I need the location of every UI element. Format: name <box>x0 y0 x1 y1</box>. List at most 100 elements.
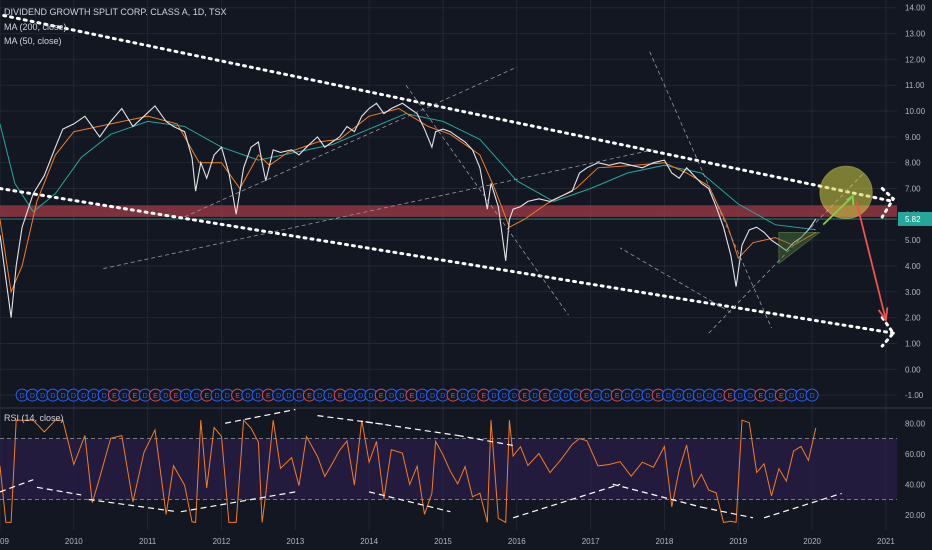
ma200-legend[interactable]: MA (200, close) <box>4 22 67 32</box>
marker-label-72: E <box>758 393 763 400</box>
rsi-tick-40.00: 40.00 <box>905 480 926 489</box>
marker-label-47: D <box>502 393 507 400</box>
guide-line-1 <box>184 66 517 218</box>
marker-label-73: D <box>769 393 774 400</box>
marker-label-74: E <box>779 393 784 400</box>
marker-label-0: D <box>20 393 25 400</box>
marker-label-62: E <box>656 393 661 400</box>
marker-label-32: D <box>348 393 353 400</box>
marker-label-34: D <box>368 393 373 400</box>
y-tick-10.00: 10.00 <box>905 107 926 116</box>
marker-label-30: D <box>327 393 332 400</box>
marker-label-67: D <box>707 393 712 400</box>
rsi-band <box>0 438 897 500</box>
rsi-trendline-11 <box>701 506 754 519</box>
x-tick-2015: 2015 <box>434 537 452 546</box>
marker-label-46: D <box>492 393 497 400</box>
marker-label-42: E <box>451 393 456 400</box>
marker-label-9: E <box>112 393 117 400</box>
marker-label-3: D <box>50 393 55 400</box>
marker-label-21: E <box>235 393 240 400</box>
price-badge-label: 5.82 <box>905 215 921 224</box>
x-tick-2016: 2016 <box>508 537 526 546</box>
marker-label-22: D <box>245 393 250 400</box>
x-tick-2011: 2011 <box>139 537 157 546</box>
marker-label-70: D <box>738 393 743 400</box>
marker-label-57: D <box>604 393 609 400</box>
marker-label-29: D <box>317 393 322 400</box>
upper-channel-line <box>2 13 895 203</box>
marker-label-44: D <box>471 393 476 400</box>
x-tick-2017: 2017 <box>582 537 600 546</box>
rsi-legend[interactable]: RSI (14, close) <box>4 413 64 423</box>
marker-label-4: D <box>61 393 66 400</box>
marker-label-60: D <box>635 393 640 400</box>
marker-label-64: D <box>676 393 681 400</box>
marker-label-18: E <box>204 393 209 400</box>
marker-label-77: D <box>810 393 815 400</box>
trend-drawings <box>0 13 896 348</box>
marker-label-26: D <box>286 393 291 400</box>
price-chart[interactable]: DDDDDDDDDEDEDEDEDDEDDEDDEDDDEDDEDDDEDDED… <box>0 0 932 550</box>
marker-label-66: D <box>697 393 702 400</box>
ma50-legend[interactable]: MA (50, close) <box>4 36 62 46</box>
marker-label-12: D <box>143 393 148 400</box>
y-tick-13.00: 13.00 <box>905 30 926 39</box>
marker-label-14: D <box>163 393 168 400</box>
marker-label-5: D <box>71 393 76 400</box>
y-tick-3.00: 3.00 <box>905 288 921 297</box>
marker-label-71: D <box>748 393 753 400</box>
marker-label-61: D <box>645 393 650 400</box>
marker-label-7: D <box>91 393 96 400</box>
ma50-line <box>0 107 817 294</box>
y-tick-0.00: 0.00 <box>905 365 921 374</box>
marker-label-39: D <box>420 393 425 400</box>
x-tick-2018: 2018 <box>656 537 674 546</box>
marker-label-59: D <box>625 393 630 400</box>
marker-label-13: E <box>153 393 158 400</box>
marker-label-33: D <box>358 393 363 400</box>
marker-label-65: D <box>686 393 691 400</box>
marker-label-25: D <box>276 393 281 400</box>
rsi-tick-80.00: 80.00 <box>905 419 926 428</box>
marker-label-6: D <box>81 393 86 400</box>
x-tick-2020: 2020 <box>803 537 821 546</box>
marker-label-40: D <box>430 393 435 400</box>
x-tick-2021: 2021 <box>877 537 895 546</box>
marker-label-48: D <box>512 393 517 400</box>
x-tick-2009: 2009 <box>0 537 9 546</box>
x-tick-2012: 2012 <box>213 537 231 546</box>
marker-label-54: D <box>574 393 579 400</box>
y-tick--1.00: -1.00 <box>905 391 924 400</box>
dividend-earnings-markers: DDDDDDDDDEDEDEDEDDEDDEDDEDDDEDDEDDDEDDED… <box>15 388 819 402</box>
marker-label-31: E <box>338 393 343 400</box>
x-tick-2019: 2019 <box>729 537 747 546</box>
marker-label-20: D <box>225 393 230 400</box>
symbol-title[interactable]: DIVIDEND GROWTH SPLIT CORP. CLASS A, 1D,… <box>4 7 227 17</box>
marker-label-15: E <box>174 393 179 400</box>
marker-label-1: D <box>30 393 35 400</box>
rsi-tick-20.00: 20.00 <box>905 511 926 520</box>
chart-zones <box>0 205 897 220</box>
rsi-trendline-4 <box>225 408 296 424</box>
y-tick-9.00: 9.00 <box>905 133 921 142</box>
marker-label-16: D <box>184 393 189 400</box>
y-tick-11.00: 11.00 <box>905 81 925 90</box>
marker-label-58: E <box>615 393 620 400</box>
y-tick-5.00: 5.00 <box>905 236 921 245</box>
x-tick-2010: 2010 <box>65 537 83 546</box>
marker-label-55: E <box>584 393 589 400</box>
y-tick-7.00: 7.00 <box>905 185 921 194</box>
marker-label-2: D <box>40 393 45 400</box>
rsi-pane <box>0 408 897 524</box>
marker-label-52: D <box>553 393 558 400</box>
marker-label-28: E <box>307 393 312 400</box>
marker-label-36: D <box>389 393 394 400</box>
marker-label-19: D <box>215 393 220 400</box>
marker-label-56: D <box>594 393 599 400</box>
y-tick-12.00: 12.00 <box>905 55 926 64</box>
rsi-trendline-6 <box>365 421 458 437</box>
marker-label-75: D <box>789 393 794 400</box>
marker-label-24: E <box>266 393 271 400</box>
x-tick-2013: 2013 <box>286 537 304 546</box>
